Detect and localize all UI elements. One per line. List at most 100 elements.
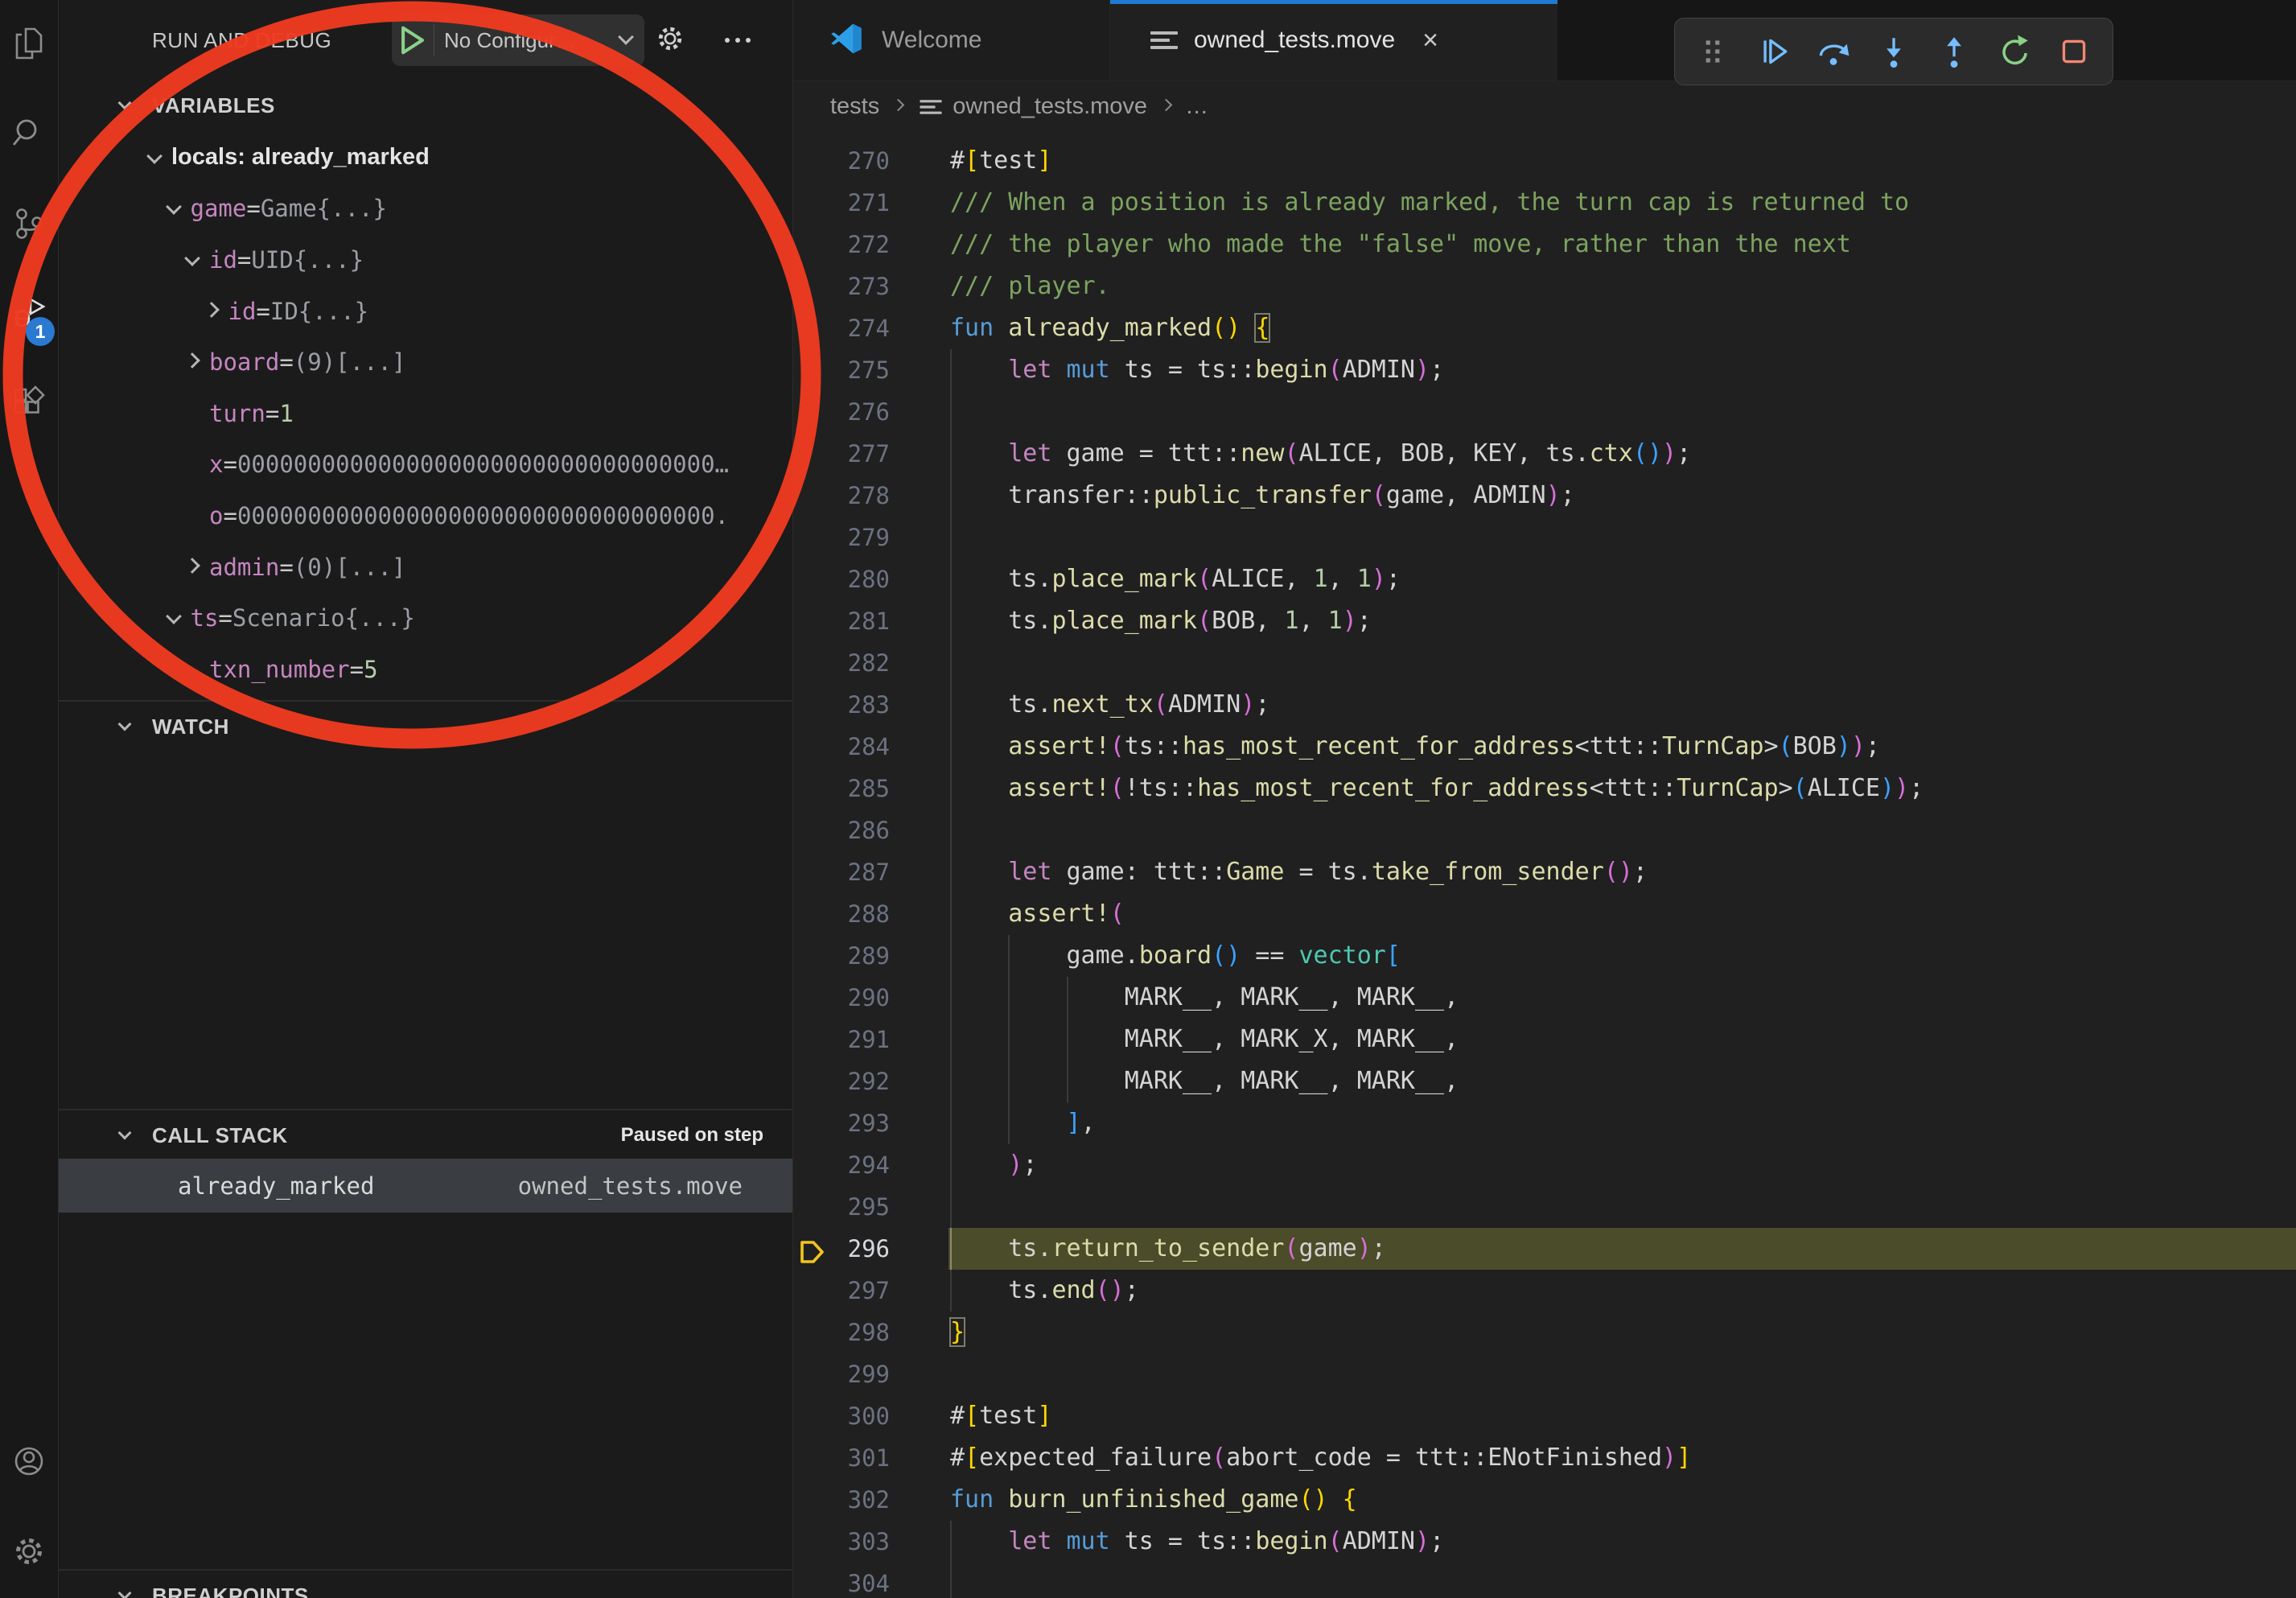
line-number-gutter[interactable]: 301 xyxy=(793,1437,910,1479)
code-line[interactable]: 286 xyxy=(793,809,2296,851)
chevron-down-icon[interactable] xyxy=(157,204,191,212)
activity-item-source-control[interactable] xyxy=(0,180,58,270)
line-number-gutter[interactable]: 274 xyxy=(793,307,910,349)
line-number-gutter[interactable]: 277 xyxy=(793,433,910,475)
line-number-gutter[interactable]: 284 xyxy=(793,726,910,768)
code-line[interactable]: 295 xyxy=(793,1186,2296,1228)
line-number-gutter[interactable]: 300 xyxy=(793,1395,910,1437)
chevron-down-icon[interactable] xyxy=(138,154,171,162)
code-line[interactable]: 284 assert!(ts::has_most_recent_for_addr… xyxy=(793,726,2296,768)
activity-item-explorer[interactable] xyxy=(0,0,58,90)
line-number-gutter[interactable]: 281 xyxy=(793,600,910,642)
line-number-gutter[interactable]: 297 xyxy=(793,1270,910,1312)
call-stack-section-header[interactable]: CALL STACK Paused on step xyxy=(59,1110,792,1160)
variable-row[interactable]: turn = 1 xyxy=(59,388,792,439)
line-number-gutter[interactable]: 292 xyxy=(793,1061,910,1102)
line-number-gutter[interactable]: 304 xyxy=(793,1563,910,1598)
variable-row[interactable]: board = (9)[...] xyxy=(59,336,792,388)
code-line[interactable]: 271/// When a position is already marked… xyxy=(793,182,2296,224)
line-number-gutter[interactable]: 285 xyxy=(793,768,910,809)
variables-scope-row[interactable]: locals: already_marked xyxy=(59,132,792,183)
line-number-gutter[interactable]: 278 xyxy=(793,475,910,517)
variable-row[interactable]: txn_number = 5 xyxy=(59,644,792,695)
line-number-gutter[interactable]: 273 xyxy=(793,266,910,307)
code-line-current[interactable]: 296 ts.return_to_sender(game); xyxy=(793,1228,2296,1270)
line-number-gutter[interactable]: 282 xyxy=(793,642,910,684)
debug-settings-button[interactable] xyxy=(652,23,688,58)
chevron-right-icon[interactable] xyxy=(195,307,228,315)
line-number-gutter[interactable]: 286 xyxy=(793,809,910,851)
line-number-gutter[interactable]: 283 xyxy=(793,684,910,726)
line-number-gutter[interactable]: 290 xyxy=(793,977,910,1019)
activity-item-run-and-debug[interactable]: 1 xyxy=(0,270,58,360)
variable-row[interactable]: game = Game{...} xyxy=(59,183,792,235)
activity-item-account[interactable] xyxy=(0,1418,58,1508)
code-line[interactable]: 278 transfer::public_transfer(game, ADMI… xyxy=(793,475,2296,517)
code-line[interactable]: 297 ts.end(); xyxy=(793,1270,2296,1312)
start-debug-icon[interactable] xyxy=(392,25,434,56)
step-out-button[interactable] xyxy=(1932,29,1977,74)
line-number-gutter[interactable]: 270 xyxy=(793,140,910,182)
code-line[interactable]: 279 xyxy=(793,517,2296,558)
line-number-gutter[interactable]: 271 xyxy=(793,182,910,224)
code-line[interactable]: 275 let mut ts = ts::begin(ADMIN); xyxy=(793,349,2296,391)
line-number-gutter[interactable]: 295 xyxy=(793,1186,910,1228)
code-line[interactable]: 291 MARK__, MARK_X, MARK__, xyxy=(793,1019,2296,1061)
code-line[interactable]: 292 MARK__, MARK__, MARK__, xyxy=(793,1061,2296,1102)
continue-button[interactable] xyxy=(1751,29,1796,74)
line-number-gutter[interactable]: 302 xyxy=(793,1479,910,1521)
restart-button[interactable] xyxy=(1992,29,2037,74)
chevron-right-icon[interactable] xyxy=(175,563,209,571)
line-number-gutter[interactable]: 294 xyxy=(793,1144,910,1186)
step-into-button[interactable] xyxy=(1871,29,1916,74)
step-over-button[interactable] xyxy=(1811,29,1856,74)
variable-row[interactable]: id = UID{...} xyxy=(59,234,792,286)
activity-item-search[interactable] xyxy=(0,90,58,180)
code-line[interactable]: 273/// player. xyxy=(793,266,2296,307)
line-number-gutter[interactable]: 279 xyxy=(793,517,910,558)
code-line[interactable]: 287 let game: ttt::Game = ts.take_from_s… xyxy=(793,851,2296,893)
line-number-gutter[interactable]: 275 xyxy=(793,349,910,391)
activity-item-settings[interactable] xyxy=(0,1508,58,1598)
code-line[interactable]: 298} xyxy=(793,1312,2296,1353)
more-actions-button[interactable] xyxy=(720,23,755,58)
code-line[interactable]: 277 let game = ttt::new(ALICE, BOB, KEY,… xyxy=(793,433,2296,475)
chevron-down-icon[interactable] xyxy=(175,256,209,264)
watch-section-header[interactable]: WATCH xyxy=(59,702,792,752)
debug-config-dropdown[interactable]: No Configur… xyxy=(392,14,644,66)
line-number-gutter[interactable]: 303 xyxy=(793,1521,910,1563)
line-number-gutter[interactable]: 299 xyxy=(793,1353,910,1395)
code-line[interactable]: 299 xyxy=(793,1353,2296,1395)
line-number-gutter[interactable]: 276 xyxy=(793,391,910,433)
code-line[interactable]: 301#[expected_failure(abort_code = ttt::… xyxy=(793,1437,2296,1479)
variable-row[interactable]: x = 0000000000000000000000000000000000… xyxy=(59,439,792,491)
code-line[interactable]: 294 ); xyxy=(793,1144,2296,1186)
toolbar-drag-grip[interactable] xyxy=(1690,29,1735,74)
line-number-gutter[interactable]: 293 xyxy=(793,1102,910,1144)
line-number-gutter[interactable]: 291 xyxy=(793,1019,910,1061)
code-line[interactable]: 272/// the player who made the "false" m… xyxy=(793,224,2296,266)
stop-button[interactable] xyxy=(2051,29,2096,74)
line-number-gutter[interactable]: 289 xyxy=(793,935,910,977)
tab-welcome[interactable]: Welcome xyxy=(793,0,1110,80)
activity-item-extensions[interactable] xyxy=(0,360,58,451)
chevron-right-icon[interactable] xyxy=(175,358,209,366)
breadcrumb-item-file[interactable]: owned_tests.move xyxy=(953,93,1147,120)
variable-row[interactable]: id = ID{...} xyxy=(59,286,792,337)
line-number-gutter[interactable]: 280 xyxy=(793,558,910,600)
code-line[interactable]: 293 ], xyxy=(793,1102,2296,1144)
line-number-gutter[interactable]: 288 xyxy=(793,893,910,935)
breadcrumb-item-symbol[interactable]: … xyxy=(1185,93,1208,120)
variables-section-header[interactable]: VARIABLES xyxy=(59,80,792,130)
code-editor[interactable]: 270#[test]271/// When a position is alre… xyxy=(793,132,2296,1598)
variable-row[interactable]: ts = Scenario{...} xyxy=(59,592,792,644)
variable-row[interactable]: o = 0000000000000000000000000000000000. xyxy=(59,490,792,542)
breadcrumb-item-tests[interactable]: tests xyxy=(830,93,879,120)
code-line[interactable]: 302fun burn_unfinished_game() { xyxy=(793,1479,2296,1521)
chevron-down-icon[interactable] xyxy=(157,614,191,622)
call-stack-frame[interactable]: already_marked owned_tests.move xyxy=(59,1159,792,1213)
code-line[interactable]: 283 ts.next_tx(ADMIN); xyxy=(793,684,2296,726)
code-line[interactable]: 282 xyxy=(793,642,2296,684)
line-number-gutter[interactable]: 272 xyxy=(793,224,910,266)
line-number-gutter[interactable]: 296 xyxy=(793,1228,910,1270)
